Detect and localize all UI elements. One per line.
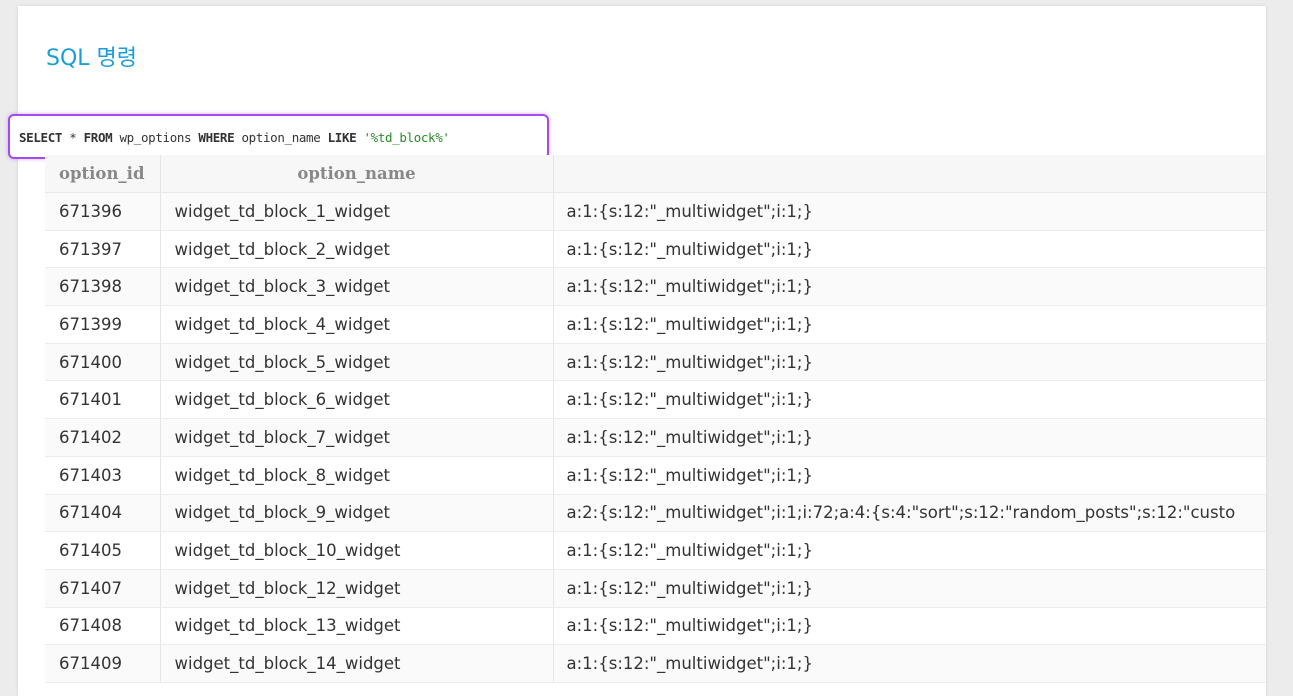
- cell-option-id: 671405: [45, 531, 161, 570]
- sql-string-literal: '%td_block%': [356, 130, 450, 145]
- cell-option-name: widget_td_block_14_widget: [160, 644, 554, 683]
- table-row[interactable]: 671401 widget_td_block_6_widget a:1:{s:12:…: [45, 380, 1266, 420]
- sql-keyword-select: SELECT: [19, 130, 63, 145]
- table-row[interactable]: 671398 widget_td_block_3_widget a:1:{s:12:…: [45, 267, 1266, 307]
- cell-option-id: 671403: [45, 456, 161, 495]
- sql-star: *: [62, 130, 84, 145]
- table-row[interactable]: 671404 widget_td_block_9_widget a:2:{s:12:…: [45, 494, 1266, 533]
- cell-option-id: 671397: [45, 230, 161, 269]
- cell-option-value: a:1:{s:12:"_multiwidget";i:1;}: [553, 192, 1266, 231]
- table-row[interactable]: 671403 widget_td_block_8_widget a:1:{s:12:…: [45, 456, 1266, 495]
- cell-option-name: widget_td_block_4_widget: [160, 305, 554, 344]
- cell-option-value: a:1:{s:12:"_multiwidget";i:1;}: [553, 305, 1266, 344]
- table-row[interactable]: 671409 widget_td_block_14_widget a:1:{s:12…: [45, 644, 1266, 683]
- table-row[interactable]: 671400 widget_td_block_5_widget a:1:{s:12:…: [45, 343, 1266, 382]
- cell-option-name: widget_td_block_2_widget: [160, 230, 554, 269]
- table-row[interactable]: 671396 widget_td_block_1_widget a:1:{s:12:…: [45, 192, 1266, 231]
- table-body: 671396 widget_td_block_1_widget a:1:{s:12:…: [45, 192, 1266, 683]
- page-title: SQL 명령: [46, 46, 138, 71]
- table-row[interactable]: 671397 widget_td_block_2_widget a:1:{s:12:…: [45, 230, 1266, 269]
- cell-option-name: widget_td_block_12_widget: [160, 569, 554, 608]
- sql-column-name: option_name: [234, 130, 328, 145]
- column-header-option-id[interactable]: option_id: [45, 155, 161, 193]
- table-row[interactable]: 671402 widget_td_block_7_widget a:1:{s:12:…: [45, 418, 1266, 457]
- table-row[interactable]: 671405 widget_td_block_10_widget a:1:{s:12…: [45, 531, 1266, 570]
- cell-option-id: 671396: [45, 192, 161, 231]
- cell-option-id: 671408: [45, 607, 161, 646]
- cell-option-name: widget_td_block_1_widget: [160, 192, 554, 231]
- cell-option-value: a:1:{s:12:"_multiwidget";i:1;}: [553, 343, 1266, 382]
- cell-option-id: 671409: [45, 644, 161, 683]
- cell-option-value: a:1:{s:12:"_multiwidget";i:1;}: [553, 267, 1266, 307]
- table-row[interactable]: 671407 widget_td_block_12_widget a:1:{s:12…: [45, 569, 1266, 608]
- sql-keyword-from: FROM: [83, 130, 113, 145]
- cell-option-id: 671399: [45, 305, 161, 344]
- cell-option-name: widget_td_block_10_widget: [160, 531, 554, 570]
- table-header-row: option_id option_name: [45, 155, 1266, 193]
- table-row[interactable]: 671408 widget_td_block_13_widget a:1:{s:12…: [45, 607, 1266, 646]
- cell-option-id: 671401: [45, 380, 161, 420]
- column-header-option-value[interactable]: [553, 155, 1266, 193]
- cell-option-value: a:1:{s:12:"_multiwidget";i:1;}: [553, 607, 1266, 646]
- cell-option-name: widget_td_block_5_widget: [160, 343, 554, 382]
- cell-option-value: a:1:{s:12:"_multiwidget";i:1;}: [553, 531, 1266, 570]
- cell-option-name: widget_td_block_9_widget: [160, 494, 554, 533]
- cell-option-value: a:2:{s:12:"_multiwidget";i:1;i:72;a:4:{s…: [553, 494, 1266, 533]
- sql-query-text[interactable]: SELECT * FROM wp_options WHERE option_na…: [19, 130, 450, 145]
- cell-option-id: 671402: [45, 418, 161, 457]
- cell-option-value: a:1:{s:12:"_multiwidget";i:1;}: [553, 380, 1266, 420]
- cell-option-id: 671407: [45, 569, 161, 608]
- cell-option-id: 671400: [45, 343, 161, 382]
- results-table: option_id option_name 671396 widget_td_bl…: [45, 155, 1266, 683]
- cell-option-name: widget_td_block_8_widget: [160, 456, 554, 495]
- cell-option-name: widget_td_block_7_widget: [160, 418, 554, 457]
- cell-option-value: a:1:{s:12:"_multiwidget";i:1;}: [553, 456, 1266, 495]
- column-header-option-name[interactable]: option_name: [160, 155, 554, 193]
- sql-query-highlight: SELECT * FROM wp_options WHERE option_na…: [8, 114, 549, 159]
- cell-option-value: a:1:{s:12:"_multiwidget";i:1;}: [553, 644, 1266, 683]
- table-row[interactable]: 671399 widget_td_block_4_widget a:1:{s:12:…: [45, 305, 1266, 344]
- cell-option-name: widget_td_block_13_widget: [160, 607, 554, 646]
- cell-option-name: widget_td_block_3_widget: [160, 267, 554, 307]
- sql-table-name: wp_options: [112, 130, 199, 145]
- sql-keyword-like: LIKE: [327, 130, 357, 145]
- cell-option-id: 671398: [45, 267, 161, 307]
- cell-option-id: 671404: [45, 494, 161, 533]
- cell-option-name: widget_td_block_6_widget: [160, 380, 554, 420]
- cell-option-value: a:1:{s:12:"_multiwidget";i:1;}: [553, 569, 1266, 608]
- sql-keyword-where: WHERE: [198, 130, 235, 145]
- cell-option-value: a:1:{s:12:"_multiwidget";i:1;}: [553, 418, 1266, 457]
- cell-option-value: a:1:{s:12:"_multiwidget";i:1;}: [553, 230, 1266, 269]
